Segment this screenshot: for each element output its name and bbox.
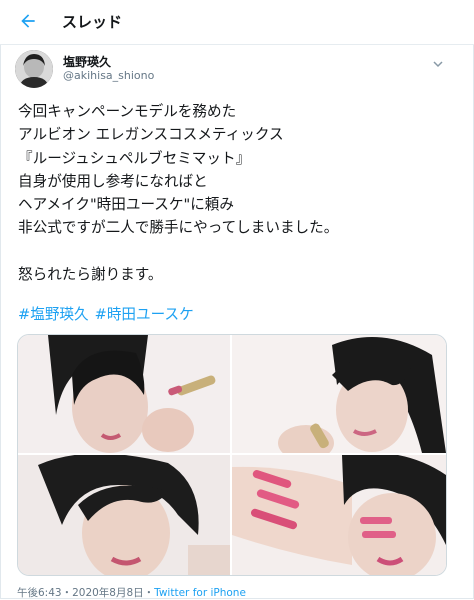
tweet-line: 自身が使用し参考になればと — [18, 172, 208, 190]
media-photo[interactable] — [232, 335, 446, 453]
tweet-timestamp: 午後6:43・2020年8月8日・Twitter for iPhone — [17, 585, 246, 600]
thread-header: スレッド — [0, 0, 474, 45]
tweet-line: 非公式ですが二人で勝手にやってしまいました。 — [18, 219, 339, 237]
tweet-line: ヘアメイク"時田ユースケ"に頼み — [18, 196, 234, 214]
hashtag-link[interactable]: #塩野瑛久 — [18, 306, 89, 323]
media-photo[interactable] — [18, 335, 230, 453]
tweet-line: 今回キャンペーンモデルを務めた — [18, 103, 237, 120]
avatar[interactable] — [15, 50, 53, 88]
tweet-source-link[interactable]: Twitter for iPhone — [154, 587, 246, 599]
tweet-date[interactable]: 午後6:43・2020年8月8日・ — [17, 587, 154, 599]
tweet-line: 『ルージュシュペルブセミマット』 — [18, 149, 251, 167]
media-grid — [17, 334, 447, 576]
hashtag-link[interactable]: #時田ユースケ — [95, 306, 194, 323]
media-photo[interactable] — [232, 455, 446, 575]
tweet-text: 今回キャンペーンモデルを務めた アルビオン エレガンスコスメティックス 『ルージ… — [18, 100, 458, 286]
tweet-line: アルビオン エレガンスコスメティックス — [18, 126, 284, 144]
tweet-line: 怒られたら謝ります。 — [18, 266, 163, 284]
display-name[interactable]: 塩野瑛久 — [63, 53, 111, 70]
media-photo[interactable] — [18, 455, 230, 575]
back-arrow-icon[interactable] — [18, 11, 38, 31]
chevron-down-icon[interactable] — [432, 55, 444, 68]
hashtag-row: #塩野瑛久 #時田ユースケ — [18, 303, 200, 324]
tweet-line — [18, 240, 458, 263]
user-handle[interactable]: @akihisa_shiono — [63, 69, 154, 82]
page-title: スレッド — [62, 13, 123, 31]
